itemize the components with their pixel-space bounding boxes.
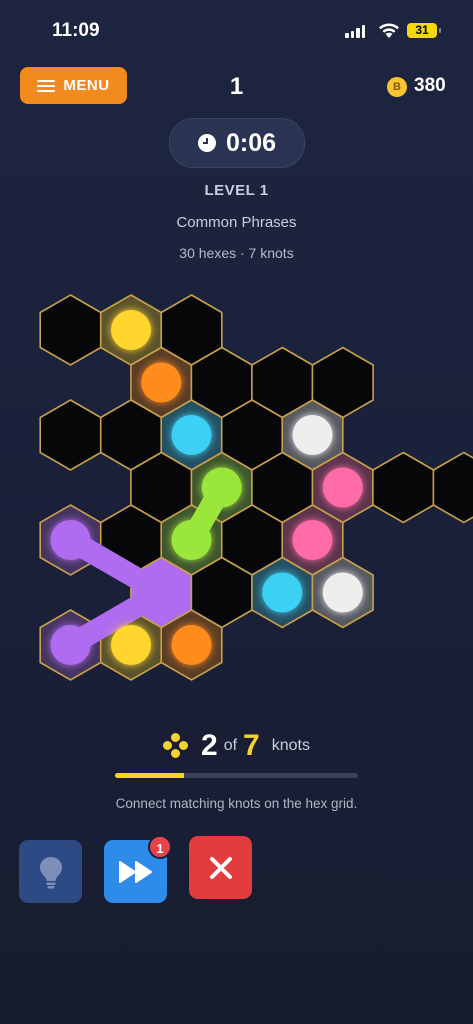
- knot-dot: [322, 467, 363, 508]
- knot-dot: [111, 310, 151, 350]
- knots-of: of: [223, 737, 238, 754]
- close-icon: [209, 856, 232, 879]
- hex-cell[interactable]: [372, 451, 435, 524]
- hex-cell[interactable]: [39, 294, 102, 366]
- progress-fill: [115, 773, 185, 778]
- knots-total: 7: [243, 729, 260, 762]
- knot-icon: [163, 733, 189, 759]
- knot-dot: [171, 625, 212, 665]
- knot-dot: [141, 362, 182, 403]
- knot-dot: [201, 467, 242, 508]
- knot-dot: [50, 520, 91, 560]
- fast-forward-icon: [118, 860, 152, 883]
- close-button[interactable]: [189, 836, 252, 899]
- hint-text: Connect matching knots on the hex grid.: [115, 796, 358, 811]
- knot-dot: [292, 415, 333, 455]
- knot-dot: [292, 520, 333, 560]
- knot-dot: [171, 520, 212, 560]
- progress-bar: [115, 773, 358, 778]
- lightbulb-icon: [39, 856, 62, 888]
- knots-current: 2: [201, 729, 218, 762]
- hex-cell[interactable]: [432, 451, 473, 524]
- skip-count-badge: 1: [148, 835, 172, 859]
- knot-dot: [322, 572, 363, 613]
- knot-dot: [50, 625, 91, 665]
- hex-cell[interactable]: [39, 399, 102, 471]
- knots-label: knots: [271, 737, 310, 754]
- knot-dot: [111, 625, 151, 665]
- knot-dot: [262, 572, 303, 613]
- knot-dot: [171, 415, 212, 455]
- hint-button[interactable]: [19, 840, 82, 903]
- knots-progress: 2 of 7 knots: [0, 729, 473, 763]
- hex-board[interactable]: [0, 0, 473, 700]
